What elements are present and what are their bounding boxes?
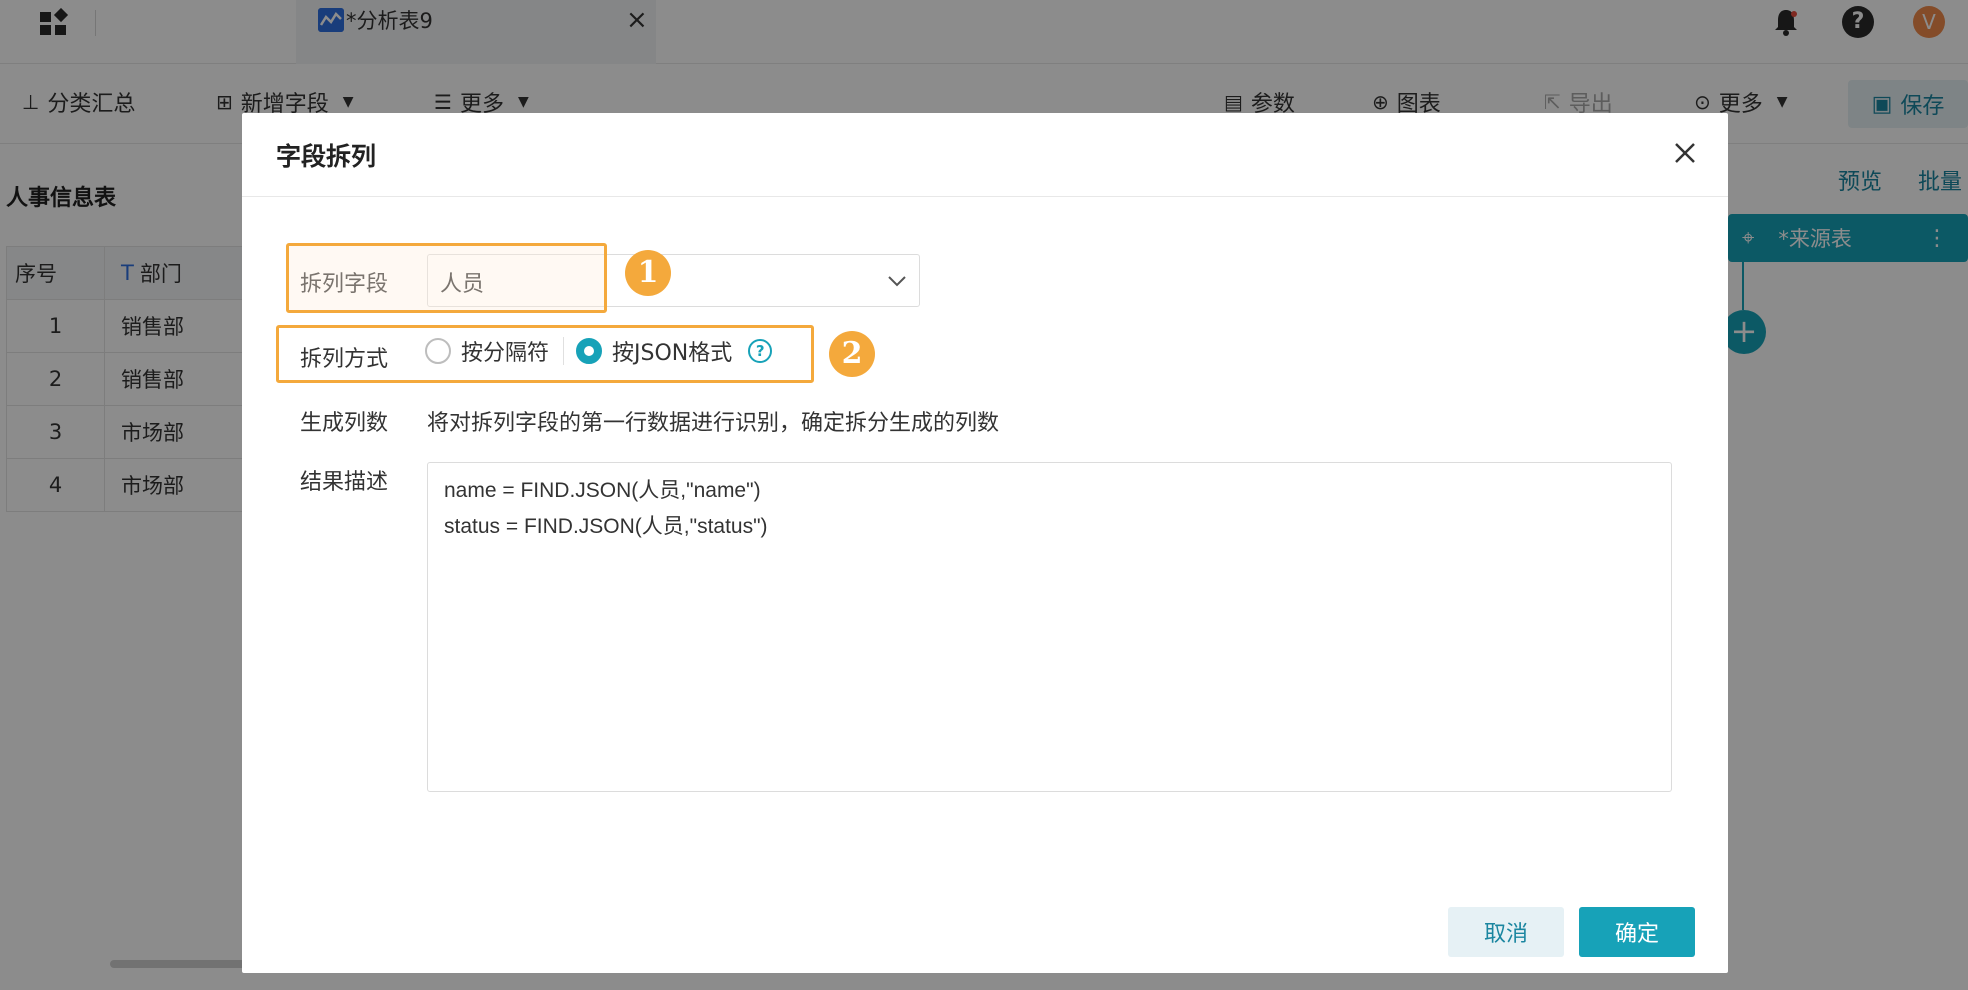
result-label: 结果描述 bbox=[300, 470, 389, 495]
help-circle-icon[interactable]: ? bbox=[748, 339, 773, 363]
radio-checked-icon bbox=[576, 338, 603, 364]
step-badge-1: 1 bbox=[625, 250, 671, 296]
split-method-radio-group: 按分隔符 按JSON格式 ? bbox=[425, 335, 773, 367]
step-badge-2: 2 bbox=[829, 331, 875, 377]
split-method-label: 拆列方式 bbox=[300, 347, 389, 372]
confirm-button[interactable]: 确定 bbox=[1579, 907, 1695, 957]
split-field-select[interactable]: 人员 bbox=[427, 254, 920, 307]
radio-unchecked-icon bbox=[425, 338, 451, 364]
chevron-down-icon bbox=[888, 276, 906, 287]
split-field-value: 人员 bbox=[440, 272, 485, 297]
close-icon[interactable] bbox=[1667, 135, 1703, 171]
result-line: name = FIND.JSON(人员,"name") bbox=[444, 479, 761, 502]
radio-delimiter[interactable]: 按分隔符 bbox=[425, 335, 549, 367]
radio-json-label: 按JSON格式 bbox=[612, 341, 733, 366]
split-field-dialog: 字段拆列 拆列字段 人员 1 拆列方式 按分隔符 按JSON格式 ? 2 生成列… bbox=[242, 113, 1728, 973]
dialog-title: 字段拆列 bbox=[276, 142, 377, 171]
columns-description: 将对拆列字段的第一行数据进行识别，确定拆分生成的列数 bbox=[427, 411, 1000, 436]
result-line: status = FIND.JSON(人员,"status") bbox=[444, 515, 768, 538]
columns-label: 生成列数 bbox=[300, 411, 389, 436]
radio-json[interactable]: 按JSON格式 bbox=[576, 335, 732, 367]
radio-separator bbox=[563, 337, 565, 365]
result-description-box: name = FIND.JSON(人员,"name") status = FIN… bbox=[427, 462, 1672, 792]
radio-delimiter-label: 按分隔符 bbox=[461, 341, 550, 366]
cancel-button[interactable]: 取消 bbox=[1448, 907, 1564, 957]
dialog-header: 字段拆列 bbox=[242, 113, 1728, 197]
split-field-label: 拆列字段 bbox=[300, 272, 389, 297]
